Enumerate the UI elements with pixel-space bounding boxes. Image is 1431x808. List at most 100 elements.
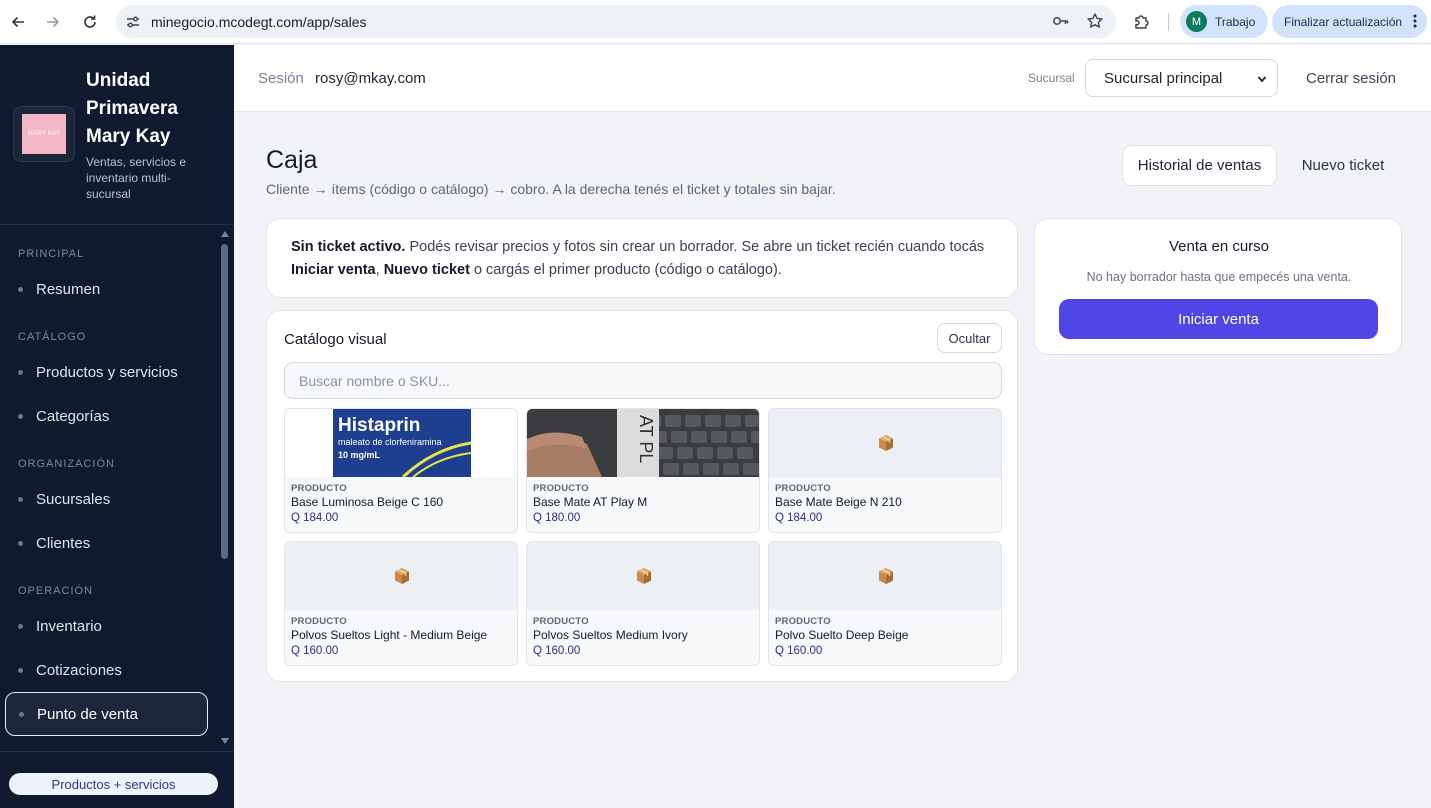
- sidebar-scrollbar[interactable]: [219, 226, 231, 746]
- bullet-icon: [18, 369, 23, 375]
- bullet-icon: [18, 496, 23, 502]
- logout-button[interactable]: Cerrar sesión: [1306, 70, 1396, 87]
- visual-catalog: Catálogo visual Ocultar Histaprin maleat…: [266, 310, 1018, 682]
- product-price: Q 184.00: [775, 512, 823, 524]
- product-image: [769, 409, 1001, 477]
- address-bar[interactable]: minegocio.mcodegt.com/app/sales: [116, 5, 1116, 38]
- bullet-icon: [18, 540, 23, 546]
- product-card[interactable]: AT PL PRODUCTO Base Mate AT Play M Q 180…: [526, 408, 760, 533]
- sidebar-item-productos[interactable]: Productos y servicios: [5, 351, 208, 393]
- notice-bold-1: Iniciar venta: [291, 262, 376, 278]
- sale-note: No hay borrador hasta que empecés una ve…: [1086, 270, 1352, 284]
- product-card[interactable]: PRODUCTO Polvos Sueltos Medium Ivory Q 1…: [526, 541, 760, 666]
- sidebar-item-categorias[interactable]: Categorías: [5, 395, 208, 437]
- forward-icon[interactable]: [38, 7, 68, 37]
- update-button[interactable]: Finalizar actualización: [1272, 5, 1427, 38]
- logo-image: MARY KAY: [22, 114, 66, 154]
- notice-lead: Sin ticket activo.: [291, 239, 406, 255]
- product-image: [285, 542, 517, 610]
- back-icon[interactable]: [3, 7, 33, 37]
- product-image: Histaprin maleato de clorfeniramina 10 m…: [285, 409, 517, 477]
- product-photo-image: AT PL: [527, 409, 759, 477]
- bullet-icon: [19, 711, 24, 717]
- start-sale-button[interactable]: Iniciar venta: [1059, 299, 1378, 339]
- sidebar-item-label: Cotizaciones: [36, 661, 122, 679]
- product-card[interactable]: PRODUCTO Base Mate Beige N 210 Q 184.00: [768, 408, 1002, 533]
- branch-value: Sucursal principal: [1104, 69, 1223, 87]
- star-icon[interactable]: [1086, 12, 1104, 30]
- productos-servicios-button[interactable]: Productos + servicios: [9, 773, 218, 795]
- sidebar-footer: Productos + servicios: [0, 751, 234, 808]
- package-icon: [879, 435, 893, 451]
- scroll-up-icon[interactable]: [221, 231, 229, 237]
- chevron-down-icon: [1257, 76, 1267, 83]
- sale-title: Venta en curso: [1168, 238, 1270, 255]
- notice-text-2: ,: [375, 262, 384, 278]
- nav-section-principal: PRINCIPAL: [18, 248, 85, 260]
- site-settings-icon[interactable]: [125, 14, 141, 30]
- sidebar-item-label: Inventario: [36, 617, 102, 635]
- profile-button[interactable]: M Trabajo: [1180, 5, 1268, 38]
- product-image: [527, 542, 759, 610]
- product-name: Polvos Sueltos Light - Medium Beige: [291, 628, 488, 642]
- product-price: Q 184.00: [291, 512, 339, 524]
- branch-select[interactable]: Sucursal principal: [1085, 59, 1278, 97]
- hide-catalog-button[interactable]: Ocultar: [937, 323, 1002, 353]
- no-ticket-notice: Sin ticket activo. Podés revisar precios…: [266, 218, 1018, 298]
- new-ticket-button[interactable]: Nuevo ticket: [1290, 145, 1396, 186]
- sales-history-button[interactable]: Historial de ventas: [1122, 145, 1277, 186]
- sidebar-item-label: Resumen: [36, 280, 101, 298]
- profile-name: Trabajo: [1215, 14, 1256, 29]
- sidebar-item-resumen[interactable]: Resumen: [5, 268, 208, 310]
- notice-text-3: o cargás el primer producto (código o ca…: [469, 262, 782, 278]
- avatar: M: [1186, 11, 1207, 32]
- image-brand-text: Histaprin: [338, 415, 420, 436]
- extensions-icon[interactable]: [1132, 12, 1152, 32]
- package-icon: [879, 568, 893, 584]
- product-kind: PRODUCTO: [775, 483, 831, 494]
- sidebar-item-label: Punto de venta: [37, 705, 138, 723]
- sidebar-item-label: Categorías: [36, 407, 110, 425]
- reload-icon[interactable]: [75, 7, 105, 37]
- product-kind: PRODUCTO: [775, 616, 831, 627]
- product-name: Polvos Sueltos Medium Ivory: [533, 628, 688, 642]
- key-icon[interactable]: [1052, 12, 1070, 30]
- product-name: Base Mate AT Play M: [533, 495, 648, 509]
- product-card[interactable]: Histaprin maleato de clorfeniramina 10 m…: [284, 408, 518, 533]
- product-kind: PRODUCTO: [533, 483, 589, 494]
- bullet-icon: [18, 623, 23, 629]
- sidebar-item-sucursales[interactable]: Sucursales: [5, 478, 208, 520]
- product-price: Q 180.00: [533, 512, 581, 524]
- sidebar-item-punto-de-venta[interactable]: Punto de venta: [5, 692, 208, 736]
- sidebar-item-clientes[interactable]: Clientes: [5, 522, 208, 564]
- bullet-icon: [18, 413, 23, 419]
- product-price: Q 160.00: [775, 645, 823, 657]
- notice-text-1: Podés revisar precios y fotos sin crear …: [405, 239, 985, 255]
- product-kind: PRODUCTO: [291, 483, 347, 494]
- scroll-down-icon[interactable]: [221, 738, 229, 744]
- sidebar-item-inventario[interactable]: Inventario: [5, 605, 208, 647]
- nav-section-catalogo: CATÁLOGO: [18, 331, 87, 343]
- app-header: Sesión rosy@mkay.com Sucursal Sucursal p…: [234, 45, 1431, 112]
- package-icon: [395, 568, 409, 584]
- catalog-search-input[interactable]: [284, 362, 1002, 399]
- browser-toolbar: minegocio.mcodegt.com/app/sales M Trabaj…: [0, 0, 1431, 44]
- brand-title: Unidad Primavera Mary Kay: [86, 70, 178, 147]
- product-kind: PRODUCTO: [291, 616, 347, 627]
- brand-logo: MARY KAY: [13, 106, 75, 162]
- branch-label: Sucursal: [1028, 71, 1075, 85]
- product-card[interactable]: PRODUCTO Polvos Sueltos Light - Medium B…: [284, 541, 518, 666]
- current-sale-panel: Venta en curso No hay borrador hasta que…: [1034, 218, 1402, 355]
- update-label: Finalizar actualización: [1284, 14, 1403, 29]
- product-card[interactable]: PRODUCTO Polvo Suelto Deep Beige Q 160.0…: [768, 541, 1002, 666]
- scroll-thumb[interactable]: [221, 244, 228, 559]
- sidebar-item-cotizaciones[interactable]: Cotizaciones: [5, 649, 208, 691]
- product-price: Q 160.00: [533, 645, 581, 657]
- product-image: [769, 542, 1001, 610]
- page-subtitle: Cliente → ítems (código o catálogo) → co…: [266, 181, 836, 197]
- catalog-title: Catálogo visual: [284, 331, 387, 348]
- histaprin-box-image: Histaprin maleato de clorfeniramina 10 m…: [333, 409, 471, 477]
- product-kind: PRODUCTO: [533, 616, 589, 627]
- sidebar: MARY KAY Unidad Primavera Mary Kay Venta…: [0, 45, 234, 808]
- product-image: AT PL: [527, 409, 759, 477]
